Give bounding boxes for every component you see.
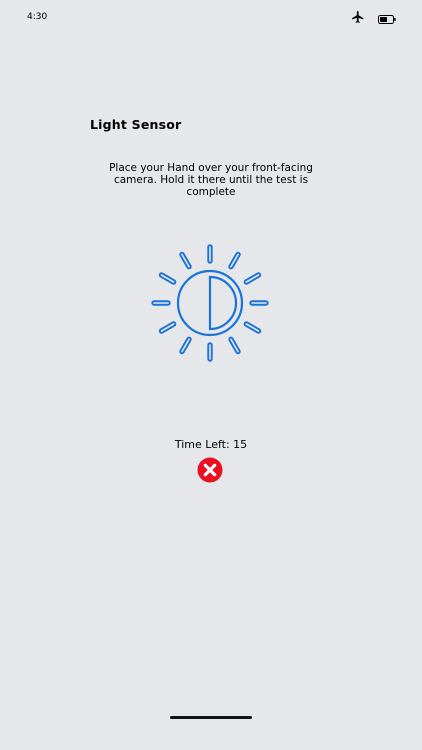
airplane-mode-icon bbox=[351, 9, 365, 28]
brightness-sun-icon bbox=[147, 240, 273, 366]
battery-icon bbox=[378, 9, 396, 28]
home-indicator[interactable] bbox=[170, 716, 252, 719]
cancel-button[interactable] bbox=[197, 457, 223, 483]
status-time: 4:30 bbox=[27, 12, 48, 22]
time-left-label: Time Left: 15 bbox=[174, 438, 248, 451]
instruction-text: Place your Hand over your front-facing c… bbox=[109, 162, 313, 198]
page-title: Light Sensor bbox=[90, 117, 182, 132]
status-icons bbox=[351, 9, 396, 28]
cancel-x-icon bbox=[197, 457, 223, 483]
